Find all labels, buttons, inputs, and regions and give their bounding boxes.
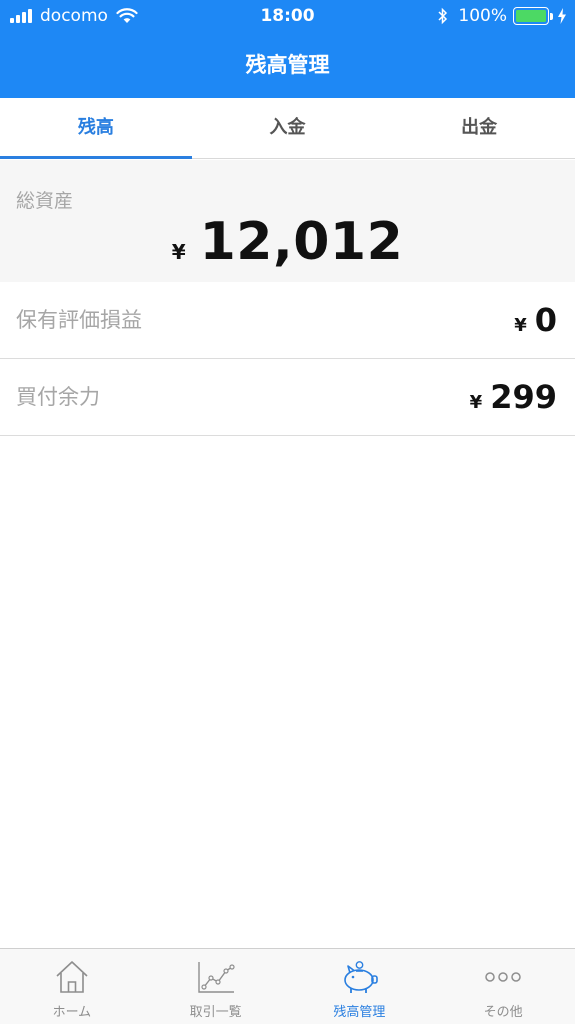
currency-symbol: ¥ bbox=[469, 392, 483, 413]
tabbar-item-balance[interactable]: 残高管理 bbox=[288, 949, 432, 1024]
screen: docomo 18:00 100% 残高管理 残高 入金 出金 総資産 ¥ 12… bbox=[0, 0, 575, 1024]
tabbar-label: ホーム bbox=[52, 1005, 92, 1020]
battery-percent: 100% bbox=[458, 6, 507, 26]
total-assets-section: 総資産 ¥12,012 bbox=[0, 160, 575, 282]
total-assets-label: 総資産 bbox=[16, 190, 74, 212]
total-assets-amount: ¥12,012 bbox=[0, 212, 575, 272]
tabbar-item-more[interactable]: その他 bbox=[431, 949, 575, 1024]
more-icon bbox=[485, 972, 521, 982]
battery-tip bbox=[550, 12, 553, 20]
battery-icon bbox=[513, 7, 549, 25]
tab-deposit[interactable]: 入金 bbox=[192, 98, 384, 158]
tab-withdrawal[interactable]: 出金 bbox=[383, 98, 575, 158]
tabbar-item-home[interactable]: ホーム bbox=[0, 949, 144, 1024]
chart-icon bbox=[197, 962, 235, 993]
total-assets-value: 12,012 bbox=[199, 212, 404, 272]
tabbar-label: 残高管理 bbox=[333, 1005, 386, 1020]
valuation-pl-row: 保有評価損益 ¥0 bbox=[0, 282, 575, 359]
nav-bar: 残高管理 bbox=[0, 32, 575, 98]
buying-power-row: 買付余力 ¥299 bbox=[0, 359, 575, 436]
valuation-pl-label: 保有評価損益 bbox=[16, 308, 142, 332]
bottom-tab-bar: ホーム 取引一覧 残高管理 その他 bbox=[0, 948, 575, 1024]
status-right: 100% bbox=[438, 0, 567, 32]
tabbar-label: その他 bbox=[483, 1005, 523, 1020]
bluetooth-icon bbox=[438, 7, 448, 25]
charging-bolt-icon bbox=[558, 8, 566, 24]
tab-balance[interactable]: 残高 bbox=[0, 98, 192, 159]
currency-symbol: ¥ bbox=[171, 240, 186, 264]
currency-symbol: ¥ bbox=[514, 315, 527, 336]
status-bar: docomo 18:00 100% bbox=[0, 0, 575, 32]
home-icon bbox=[56, 961, 88, 993]
page-title: 残高管理 bbox=[245, 53, 330, 77]
piggy-bank-icon bbox=[344, 961, 379, 993]
buying-power-amount: ¥299 bbox=[470, 359, 557, 441]
tabbar-item-transactions[interactable]: 取引一覧 bbox=[144, 949, 288, 1024]
buying-power-label: 買付余力 bbox=[16, 385, 100, 409]
segment-tabs: 残高 入金 出金 bbox=[0, 98, 575, 159]
valuation-pl-amount: ¥0 bbox=[514, 282, 557, 364]
buying-power-value: 299 bbox=[490, 378, 557, 416]
valuation-pl-value: 0 bbox=[534, 301, 557, 339]
tabbar-label: 取引一覧 bbox=[189, 1005, 242, 1020]
